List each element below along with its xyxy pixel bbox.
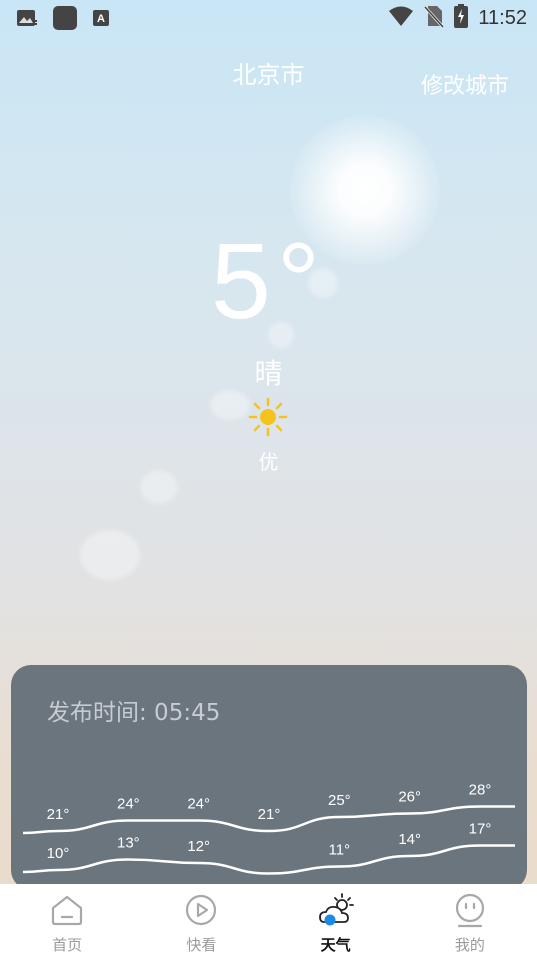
forecast-card: 发布时间: 05:45 21° 24° 24° 21° 25° 26° 28° 10° 13° 1… <box>11 665 527 890</box>
air-quality: 优 <box>258 450 279 474</box>
lens-flare <box>210 390 250 420</box>
nav-item-home[interactable]: 首页 <box>0 884 134 959</box>
nav-item-profile[interactable]: 我的 <box>403 884 537 959</box>
status-time: 11:52 <box>478 6 527 29</box>
no-sim-icon <box>424 4 445 32</box>
high-temp-label: 26° <box>398 789 421 806</box>
app-notification-icon <box>52 5 78 35</box>
nav-label: 快看 <box>186 936 217 954</box>
nav-label: 首页 <box>52 936 83 954</box>
low-temp-label: 10° <box>47 845 70 862</box>
weather-icon <box>318 893 354 926</box>
low-temp-label: 12° <box>187 838 210 855</box>
bottom-nav: 首页 快看 天气 我的 <box>0 884 537 959</box>
low-temp-label: 11° <box>329 842 351 859</box>
home-icon <box>52 895 83 926</box>
lens-flare <box>80 530 140 580</box>
high-temp-label: 24° <box>117 796 140 813</box>
high-temp-label: 28° <box>469 782 492 799</box>
profile-icon <box>455 893 484 928</box>
low-temp-label: 17° <box>469 821 492 838</box>
nav-item-watch[interactable]: 快看 <box>134 884 268 959</box>
temperature-chart: 21° 24° 24° 21° 25° 26° 28° 10° 13° 12° 11° 14° 17° <box>22 782 515 875</box>
low-temp-label: 14° <box>398 831 421 848</box>
current-temperature: 5° <box>210 220 327 341</box>
weather-condition: 晴 <box>254 357 283 390</box>
low-temp-label: 13° <box>117 835 140 852</box>
font-notification-icon: A <box>92 9 110 31</box>
high-temp-label: 25° <box>328 792 351 809</box>
high-temp-label: 24° <box>187 796 210 813</box>
edit-city-button[interactable]: 修改城市 <box>421 68 509 100</box>
low-temp-line <box>22 844 515 875</box>
status-bar: A 11:52 <box>0 0 537 36</box>
high-temp-label: 21° <box>47 806 70 823</box>
battery-charging-icon <box>454 4 469 32</box>
high-temp-label: 21° <box>258 806 281 823</box>
nav-label: 天气 <box>320 936 351 954</box>
play-icon <box>186 894 217 926</box>
nav-item-weather[interactable]: 天气 <box>269 884 403 959</box>
gallery-notification-icon <box>16 8 38 32</box>
wifi-icon <box>388 5 414 31</box>
lens-flare <box>140 470 178 504</box>
svg-text:A: A <box>97 13 105 25</box>
sun-icon <box>248 397 288 437</box>
nav-label: 我的 <box>454 936 485 954</box>
